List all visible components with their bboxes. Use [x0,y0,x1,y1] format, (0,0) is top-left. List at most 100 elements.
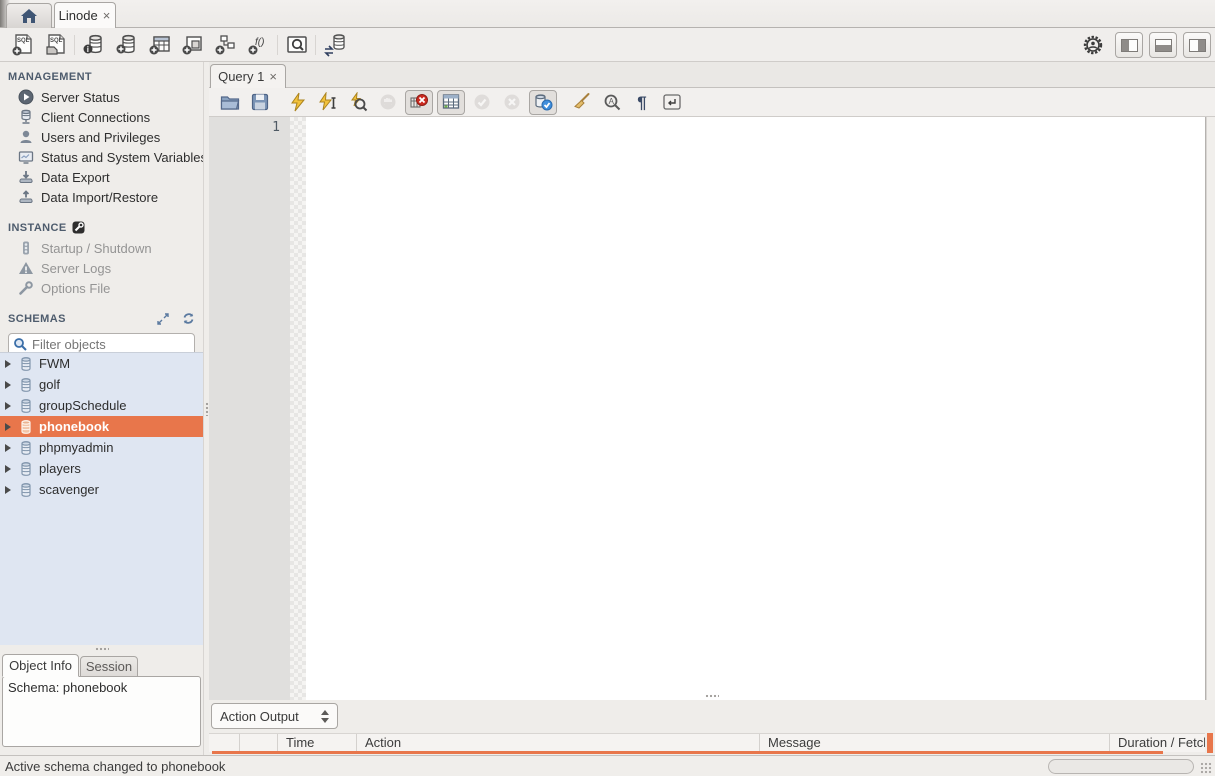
toggle-bottom-panel-button[interactable] [1149,32,1177,58]
editor-vertical-scrollbar[interactable] [1206,117,1215,751]
sidebar-item-label: Server Status [41,90,120,105]
toolbar-separator [277,35,278,55]
tab-session[interactable]: Session [80,656,138,677]
expander-icon[interactable] [5,444,11,452]
search-table-icon [285,33,309,57]
bottom-panel-icon [1155,39,1172,52]
toggle-word-wrap-button[interactable] [657,90,687,115]
create-schema-button[interactable] [110,33,143,57]
toggle-result-grid-button[interactable] [437,90,465,115]
expand-schemas-icon[interactable] [157,313,169,325]
sidebar-item-system-variables[interactable]: Status and System Variables [0,147,203,167]
open-sql-script-button[interactable]: SQL [39,33,72,57]
status-message: Active schema changed to phonebook [5,759,225,774]
svg-text:A: A [608,97,614,106]
column-header-duration[interactable]: Duration / Fetch [1110,734,1205,752]
svg-text:i: i [86,45,88,54]
tab-query-1[interactable]: Query 1 × [210,64,286,88]
sidebar-item-server-logs[interactable]: Server Logs [0,258,203,278]
schema-row-phonebook[interactable]: phonebook [0,416,203,437]
expander-icon[interactable] [5,465,11,473]
sidebar-horizontal-splitter[interactable] [0,645,203,653]
preferences-button[interactable] [1076,33,1109,57]
column-header-status[interactable] [209,734,240,752]
sql-code-editor[interactable]: 1 [209,117,1206,751]
sidebar-item-users-privileges[interactable]: Users and Privileges [0,127,203,147]
output-vertical-scrollbar[interactable] [1207,733,1213,753]
home-tab[interactable] [6,3,52,28]
sidebar-item-options-file[interactable]: Options File [0,278,203,298]
sidebar-item-server-status[interactable]: Server Status [0,87,203,107]
sql-editor-area: Query 1 × [209,62,1215,755]
schema-row-groupschedule[interactable]: groupSchedule [0,395,203,416]
commit-button[interactable] [467,90,497,115]
beautify-button[interactable] [567,90,597,115]
query-tab-label: Query 1 [218,69,264,84]
schema-name: golf [39,377,60,392]
explain-button[interactable] [343,90,373,115]
execute-current-button[interactable] [313,90,343,115]
create-function-icon: f() [247,33,271,57]
schema-filter-input[interactable] [32,337,208,352]
create-view-button[interactable] [176,33,209,57]
rollback-button[interactable] [497,90,527,115]
open-file-button[interactable] [215,90,245,115]
new-sql-tab-button[interactable]: SQL [6,33,39,57]
sidebar-item-data-export[interactable]: Data Export [0,167,203,187]
expander-icon[interactable] [5,402,11,410]
schema-db-icon [18,419,34,435]
right-panel-icon [1189,39,1206,52]
editor-output-splitter[interactable] [209,691,1215,700]
create-procedure-button[interactable] [209,33,242,57]
sidebar-item-label: Client Connections [41,110,150,125]
output-type-select[interactable]: Action Output [211,703,338,729]
schema-inspector-button[interactable]: i [77,33,110,57]
refresh-schemas-icon[interactable] [182,312,195,325]
status-bar: Active schema changed to phonebook [0,755,1215,776]
schema-db-icon [18,398,34,414]
connection-tab-linode[interactable]: Linode × [54,2,116,28]
toggle-invisible-chars-button[interactable]: ¶ [627,90,657,115]
svg-text:f(): f() [255,37,264,48]
toggle-autocommit-button[interactable] [529,90,557,115]
create-function-button[interactable]: f() [242,33,275,57]
toggle-stop-on-error-button[interactable] [405,90,433,115]
reconnect-dbms-button[interactable] [318,33,351,57]
resize-grip[interactable] [1200,762,1212,774]
execute-button[interactable] [283,90,313,115]
expander-icon[interactable] [5,381,11,389]
column-header-time[interactable]: Time [278,734,357,752]
schema-inspector-icon: i [82,33,106,57]
close-icon[interactable]: × [268,70,278,83]
pilcrow-icon: ¶ [637,94,646,111]
output-panel: Action Output Time Action Message Durati… [209,700,1215,755]
schemas-section-title: SCHEMAS [0,298,203,329]
expander-icon[interactable] [5,423,11,431]
execute-lightning-icon [289,92,307,112]
toggle-left-panel-button[interactable] [1115,32,1143,58]
tab-object-info[interactable]: Object Info [2,654,79,677]
column-header-action[interactable]: Action [357,734,760,752]
find-button[interactable]: A [597,90,627,115]
schema-row-fwm[interactable]: FWM [0,353,203,374]
sidebar-item-label: Data Export [41,170,110,185]
schema-row-golf[interactable]: golf [0,374,203,395]
stop-button[interactable] [373,90,403,115]
sidebar-item-data-import[interactable]: Data Import/Restore [0,187,203,207]
toggle-right-panel-button[interactable] [1183,32,1211,58]
close-icon[interactable]: × [102,9,112,22]
create-table-button[interactable] [143,33,176,57]
main-toolbar: SQL SQL i [0,28,1215,62]
save-button[interactable] [245,90,275,115]
search-data-button[interactable] [280,33,313,57]
schema-row-scavenger[interactable]: scavenger [0,479,203,500]
system-variables-icon [18,149,34,165]
schema-row-phpmyadmin[interactable]: phpmyadmin [0,437,203,458]
expander-icon[interactable] [5,360,11,368]
column-header-message[interactable]: Message [760,734,1110,752]
sidebar-item-startup-shutdown[interactable]: Startup / Shutdown [0,238,203,258]
expander-icon[interactable] [5,486,11,494]
sidebar-item-client-connections[interactable]: Client Connections [0,107,203,127]
schema-row-players[interactable]: players [0,458,203,479]
column-header-index[interactable] [240,734,278,752]
